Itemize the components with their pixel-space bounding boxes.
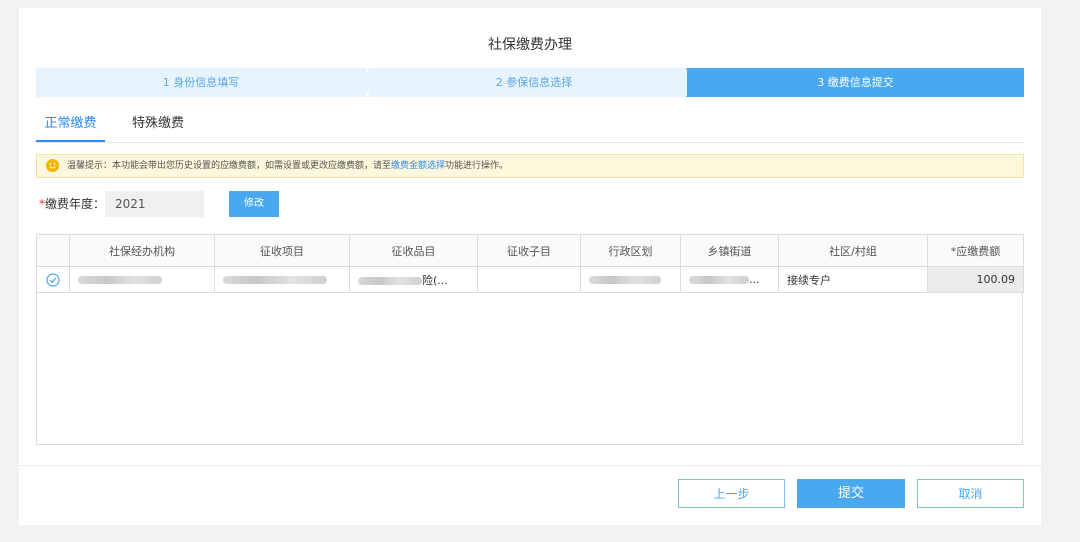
cell-item: 险(...: [349, 266, 478, 293]
step-3-active: 3 缴费信息提交: [687, 68, 1024, 97]
step-2: 2 参保信息选择: [369, 68, 699, 97]
cell-region: [580, 266, 681, 293]
cell-street: ...: [680, 266, 779, 293]
header-street: 乡镇街道: [680, 234, 779, 267]
header-amount: *应缴费额: [927, 234, 1024, 267]
cell-agency: [69, 266, 215, 293]
item-visible-text: 险(...: [422, 273, 448, 287]
header-select: [36, 234, 70, 267]
cell-subitem: [477, 266, 581, 293]
redacted-agency: [78, 276, 162, 284]
redacted-region: [589, 276, 661, 284]
year-label: *缴费年度：: [39, 195, 105, 212]
notice-prefix: 温馨提示：本功能会带出您历史设置的应缴费额，如需设置或更改应缴费额，请至: [67, 161, 392, 171]
previous-step-button[interactable]: 上一步: [678, 479, 785, 508]
redacted-street: [689, 276, 749, 284]
smile-icon: [46, 159, 59, 172]
page-title: 社保缴费办理: [488, 37, 572, 53]
form-panel: 社保缴费办理 1 身份信息填写 2 参保信息选择 3 缴费信息提交 正常缴费 特…: [19, 8, 1041, 525]
row-checkbox[interactable]: [36, 266, 70, 293]
header-agency: 社保经办机构: [69, 234, 215, 267]
header-subitem: 征收子目: [477, 234, 581, 267]
year-label-text: 缴费年度：: [45, 197, 106, 211]
amount-selection-link[interactable]: 缴费金额选择: [391, 161, 445, 171]
cell-community: 接续专户: [778, 266, 928, 293]
check-circle-icon: [46, 272, 60, 287]
redacted-project: [223, 276, 327, 284]
tab-special-payment[interactable]: 特殊缴费: [132, 111, 184, 141]
notice-text: 温馨提示：本功能会带出您历史设置的应缴费额，如需设置或更改应缴费额，请至缴费金额…: [67, 155, 508, 177]
street-visible-text: ...: [749, 273, 760, 286]
submit-button[interactable]: 提交: [797, 479, 905, 508]
cell-project: [214, 266, 350, 293]
header-region: 行政区划: [580, 234, 681, 267]
notice-banner: 温馨提示：本功能会带出您历史设置的应缴费额，如需设置或更改应缴费额，请至缴费金额…: [36, 154, 1024, 178]
header-project: 征收项目: [214, 234, 350, 267]
redacted-item: [358, 276, 422, 285]
edit-year-button[interactable]: 修改: [229, 191, 279, 217]
step-progress-bar: 1 身份信息填写 2 参保信息选择 3 缴费信息提交: [36, 68, 1024, 97]
payment-tabs: 正常缴费 特殊缴费: [36, 111, 1024, 143]
header-item: 征收品目: [349, 234, 478, 267]
footer-divider: [19, 465, 1041, 466]
payment-table: 社保经办机构 征收项目 征收品目 征收子目 行政区划 乡镇街道 社区/村组 *应…: [36, 234, 1024, 445]
cancel-button[interactable]: 取消: [917, 479, 1024, 508]
step-1: 1 身份信息填写: [36, 68, 366, 97]
year-input[interactable]: [105, 191, 204, 217]
tab-normal-payment[interactable]: 正常缴费: [36, 111, 105, 142]
notice-suffix: 功能进行操作。: [445, 161, 509, 171]
header-community: 社区/村组: [778, 234, 928, 267]
table-row[interactable]: 险(... ... 接续专户 100.09: [36, 266, 1024, 293]
table-header-row: 社保经办机构 征收项目 征收品目 征收子目 行政区划 乡镇街道 社区/村组 *应…: [36, 234, 1024, 267]
cell-amount: 100.09: [927, 266, 1024, 293]
